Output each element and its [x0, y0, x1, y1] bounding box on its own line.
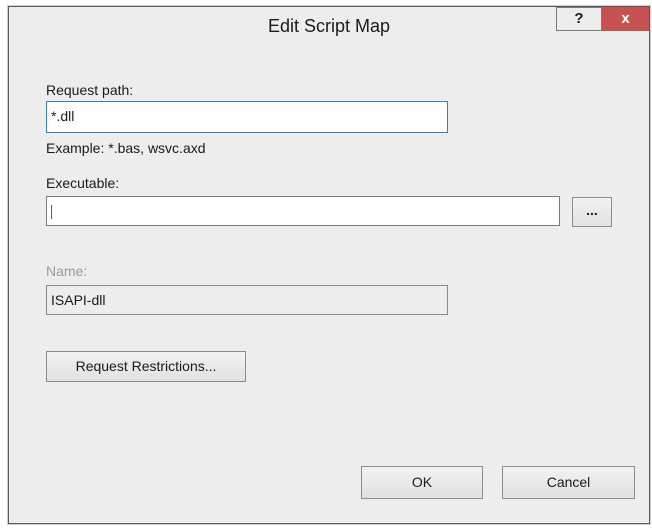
request-restrictions-button[interactable]: Request Restrictions...: [46, 351, 246, 382]
executable-input[interactable]: [46, 196, 560, 226]
executable-label: Executable:: [46, 175, 120, 191]
text-cursor: [51, 205, 52, 220]
name-label: Name:: [46, 263, 88, 279]
edit-script-map-dialog: Edit Script Map ? x Request path: *.dll …: [8, 6, 650, 524]
close-button[interactable]: x: [602, 7, 649, 31]
request-path-input[interactable]: *.dll: [46, 101, 448, 133]
dialog-title: Edit Script Map: [267, 16, 391, 36]
ok-button[interactable]: OK: [361, 466, 483, 499]
dialog-body: Request path: *.dll Example: *.bas, wsvc…: [9, 45, 649, 523]
request-path-value: *.dll: [51, 108, 75, 124]
help-button[interactable]: ?: [556, 7, 602, 31]
cancel-button[interactable]: Cancel: [502, 466, 635, 499]
request-path-example: Example: *.bas, wsvc.axd: [46, 140, 206, 156]
name-input: ISAPI-dll: [46, 285, 448, 315]
request-path-label: Request path:: [46, 82, 134, 98]
title-bar: Edit Script Map ? x: [9, 7, 649, 45]
browse-button[interactable]: ...: [572, 197, 612, 227]
name-value: ISAPI-dll: [51, 292, 106, 308]
